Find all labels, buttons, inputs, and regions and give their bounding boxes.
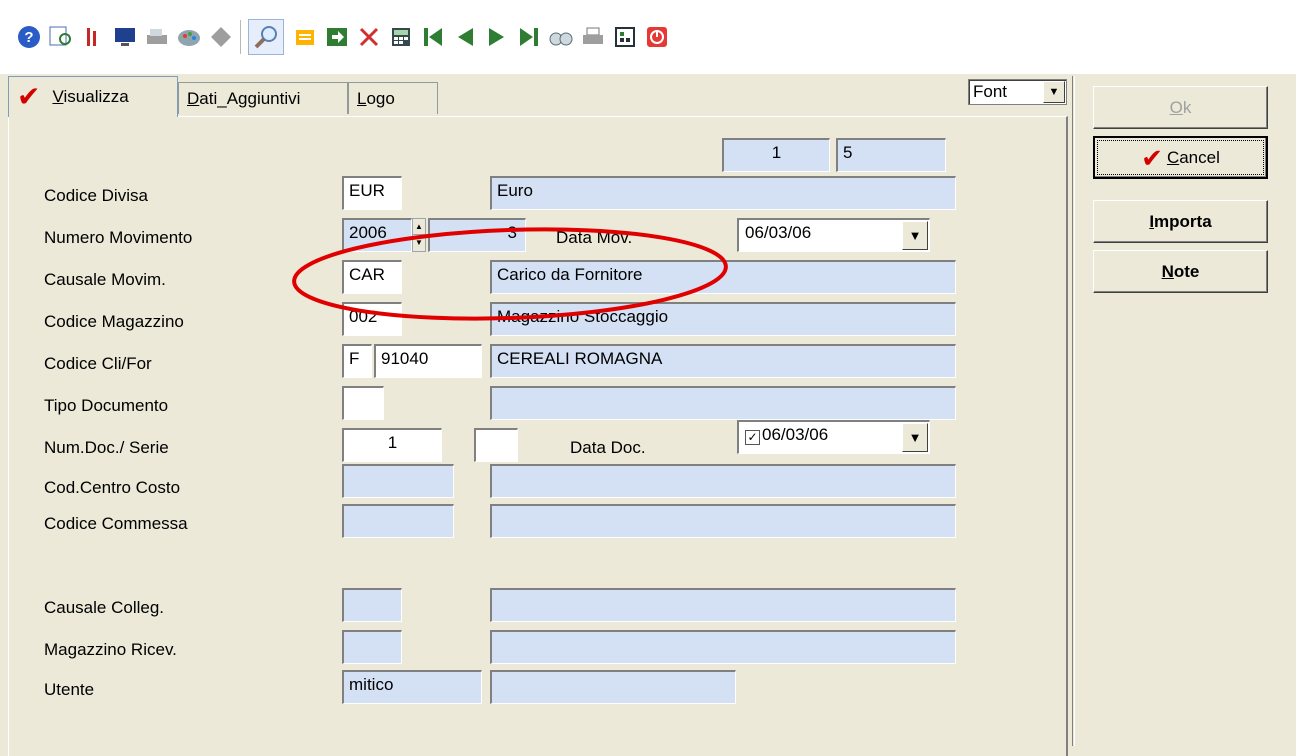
data-mov-value: 06/03/06	[745, 223, 812, 242]
importa-button-label: Importa	[1149, 211, 1212, 231]
causale-colleg-input[interactable]	[342, 588, 402, 622]
folder-icon[interactable]	[292, 24, 318, 50]
label-tipo-documento: Tipo Documento	[44, 396, 169, 415]
calculator-icon[interactable]	[388, 24, 414, 50]
label-cod-centro-costo: Cod.Centro Costo	[44, 478, 181, 497]
prev-record-icon[interactable]	[452, 24, 478, 50]
magazzino-ricev-input[interactable]	[342, 630, 402, 664]
cod-centro-costo-input[interactable]	[342, 464, 454, 498]
codice-commessa-desc	[490, 504, 956, 538]
causale-movim-input[interactable]: CAR	[342, 260, 402, 294]
last-record-icon[interactable]	[516, 24, 542, 50]
chevron-down-icon[interactable]: ▼	[1043, 81, 1065, 103]
label-numero-movimento: Numero Movimento	[44, 228, 193, 247]
causale-movim-desc: Carico da Fornitore	[490, 260, 956, 294]
vertical-separator	[1072, 76, 1075, 746]
enter-icon[interactable]	[324, 24, 350, 50]
spin-down-icon[interactable]: ▼	[413, 235, 425, 251]
codice-magazzino-desc: Magazzino Stoccaggio	[490, 302, 956, 336]
chevron-down-icon[interactable]: ▼	[902, 423, 928, 452]
font-select-value: Font	[973, 82, 1008, 101]
help-icon[interactable]: ?	[16, 24, 42, 50]
tab-label: Logo	[357, 88, 395, 108]
num-doc-input[interactable]: 1	[342, 428, 442, 462]
ok-button-label: Ok	[1169, 97, 1192, 117]
checkmark-icon: ✔	[17, 81, 41, 112]
magazzino-ricev-desc	[490, 630, 956, 664]
codice-commessa-input[interactable]	[342, 504, 454, 538]
scanner-icon[interactable]	[144, 24, 170, 50]
label-data-doc: Data Doc.	[570, 438, 646, 457]
font-select[interactable]: Font ▼	[968, 79, 1067, 105]
data-doc-value: 06/03/06	[762, 425, 829, 444]
label-data-mov: Data Mov.	[556, 228, 633, 247]
checkmark-icon: ✔	[1141, 142, 1163, 173]
label-codice-commessa: Codice Commessa	[44, 514, 188, 533]
monitor-icon[interactable]	[112, 24, 138, 50]
toolbar-separator	[240, 20, 242, 54]
cli-for-type-input[interactable]: F	[342, 344, 372, 378]
label-utente: Utente	[44, 680, 95, 699]
importa-button[interactable]: Importa	[1093, 200, 1268, 243]
data-mov-picker[interactable]: 06/03/06 ▼	[737, 218, 930, 252]
tab-label: Dati_Aggiuntivi	[187, 88, 301, 108]
cli-for-desc: CEREALI ROMAGNA	[490, 344, 956, 378]
codice-divisa-input[interactable]: EUR	[342, 176, 402, 210]
label-magazzino-ricev: Magazzino Ricev.	[44, 640, 177, 659]
diamond-icon[interactable]	[208, 24, 234, 50]
tab-dati-aggiuntivi[interactable]: Dati_Aggiuntivi	[178, 82, 348, 114]
spin-up-icon[interactable]: ▲	[413, 219, 425, 235]
numero-movimento-year[interactable]: 2006	[342, 218, 412, 252]
search-icon[interactable]	[248, 19, 284, 55]
palette-icon[interactable]	[176, 24, 202, 50]
label-num-doc-serie: Num.Doc./ Serie	[44, 438, 169, 457]
label-codice-magazzino: Codice Magazzino	[44, 312, 184, 331]
note-button-label: Note	[1161, 261, 1200, 281]
first-record-icon[interactable]	[420, 24, 446, 50]
note-button[interactable]: Note	[1093, 250, 1268, 293]
data-doc-checkbox[interactable]: ✓	[745, 430, 760, 445]
cod-centro-costo-desc	[490, 464, 956, 498]
tipo-documento-input[interactable]	[342, 386, 384, 420]
ok-button[interactable]: Ok	[1093, 86, 1268, 129]
cancel-button[interactable]: ✔ Cancel	[1093, 136, 1268, 179]
next-record-icon[interactable]	[484, 24, 510, 50]
delete-icon[interactable]	[356, 24, 382, 50]
label-codice-divisa: Codice Divisa	[44, 186, 148, 205]
label-codice-cli-for: Codice Cli/For	[44, 354, 152, 373]
year-spinner[interactable]: ▲ ▼	[412, 218, 426, 252]
record-total: 5	[836, 138, 946, 172]
ruler-icon[interactable]	[80, 24, 106, 50]
tab-visualizza[interactable]: ✔ Visualizza	[8, 76, 178, 117]
binoculars-icon[interactable]	[548, 24, 574, 50]
structure-icon[interactable]	[612, 24, 638, 50]
cancel-button-label: Cancel	[1166, 147, 1220, 167]
serie-input[interactable]	[474, 428, 518, 462]
causale-colleg-desc	[490, 588, 956, 622]
power-icon[interactable]	[644, 24, 670, 50]
find-doc-icon[interactable]	[48, 24, 74, 50]
chevron-down-icon[interactable]: ▼	[902, 221, 928, 250]
utente-input: mitico	[342, 670, 482, 704]
tab-label: Visualizza	[52, 87, 129, 106]
utente-desc	[490, 670, 736, 704]
label-causale-movim: Causale Movim.	[44, 270, 166, 289]
codice-magazzino-input[interactable]: 002	[342, 302, 402, 336]
codice-divisa-desc: Euro	[490, 176, 956, 210]
tipo-documento-desc	[490, 386, 956, 420]
svg-text:?: ?	[24, 29, 33, 46]
toolbar: ?	[0, 0, 1296, 74]
label-causale-colleg: Causale Colleg.	[44, 598, 165, 617]
print-icon[interactable]	[580, 24, 606, 50]
cli-for-code-input[interactable]: 91040	[374, 344, 482, 378]
tab-logo[interactable]: Logo	[348, 82, 438, 114]
record-current: 1	[722, 138, 830, 172]
data-doc-picker[interactable]: ✓ 06/03/06 ▼	[737, 420, 930, 454]
numero-movimento-number[interactable]: 3	[428, 218, 526, 252]
